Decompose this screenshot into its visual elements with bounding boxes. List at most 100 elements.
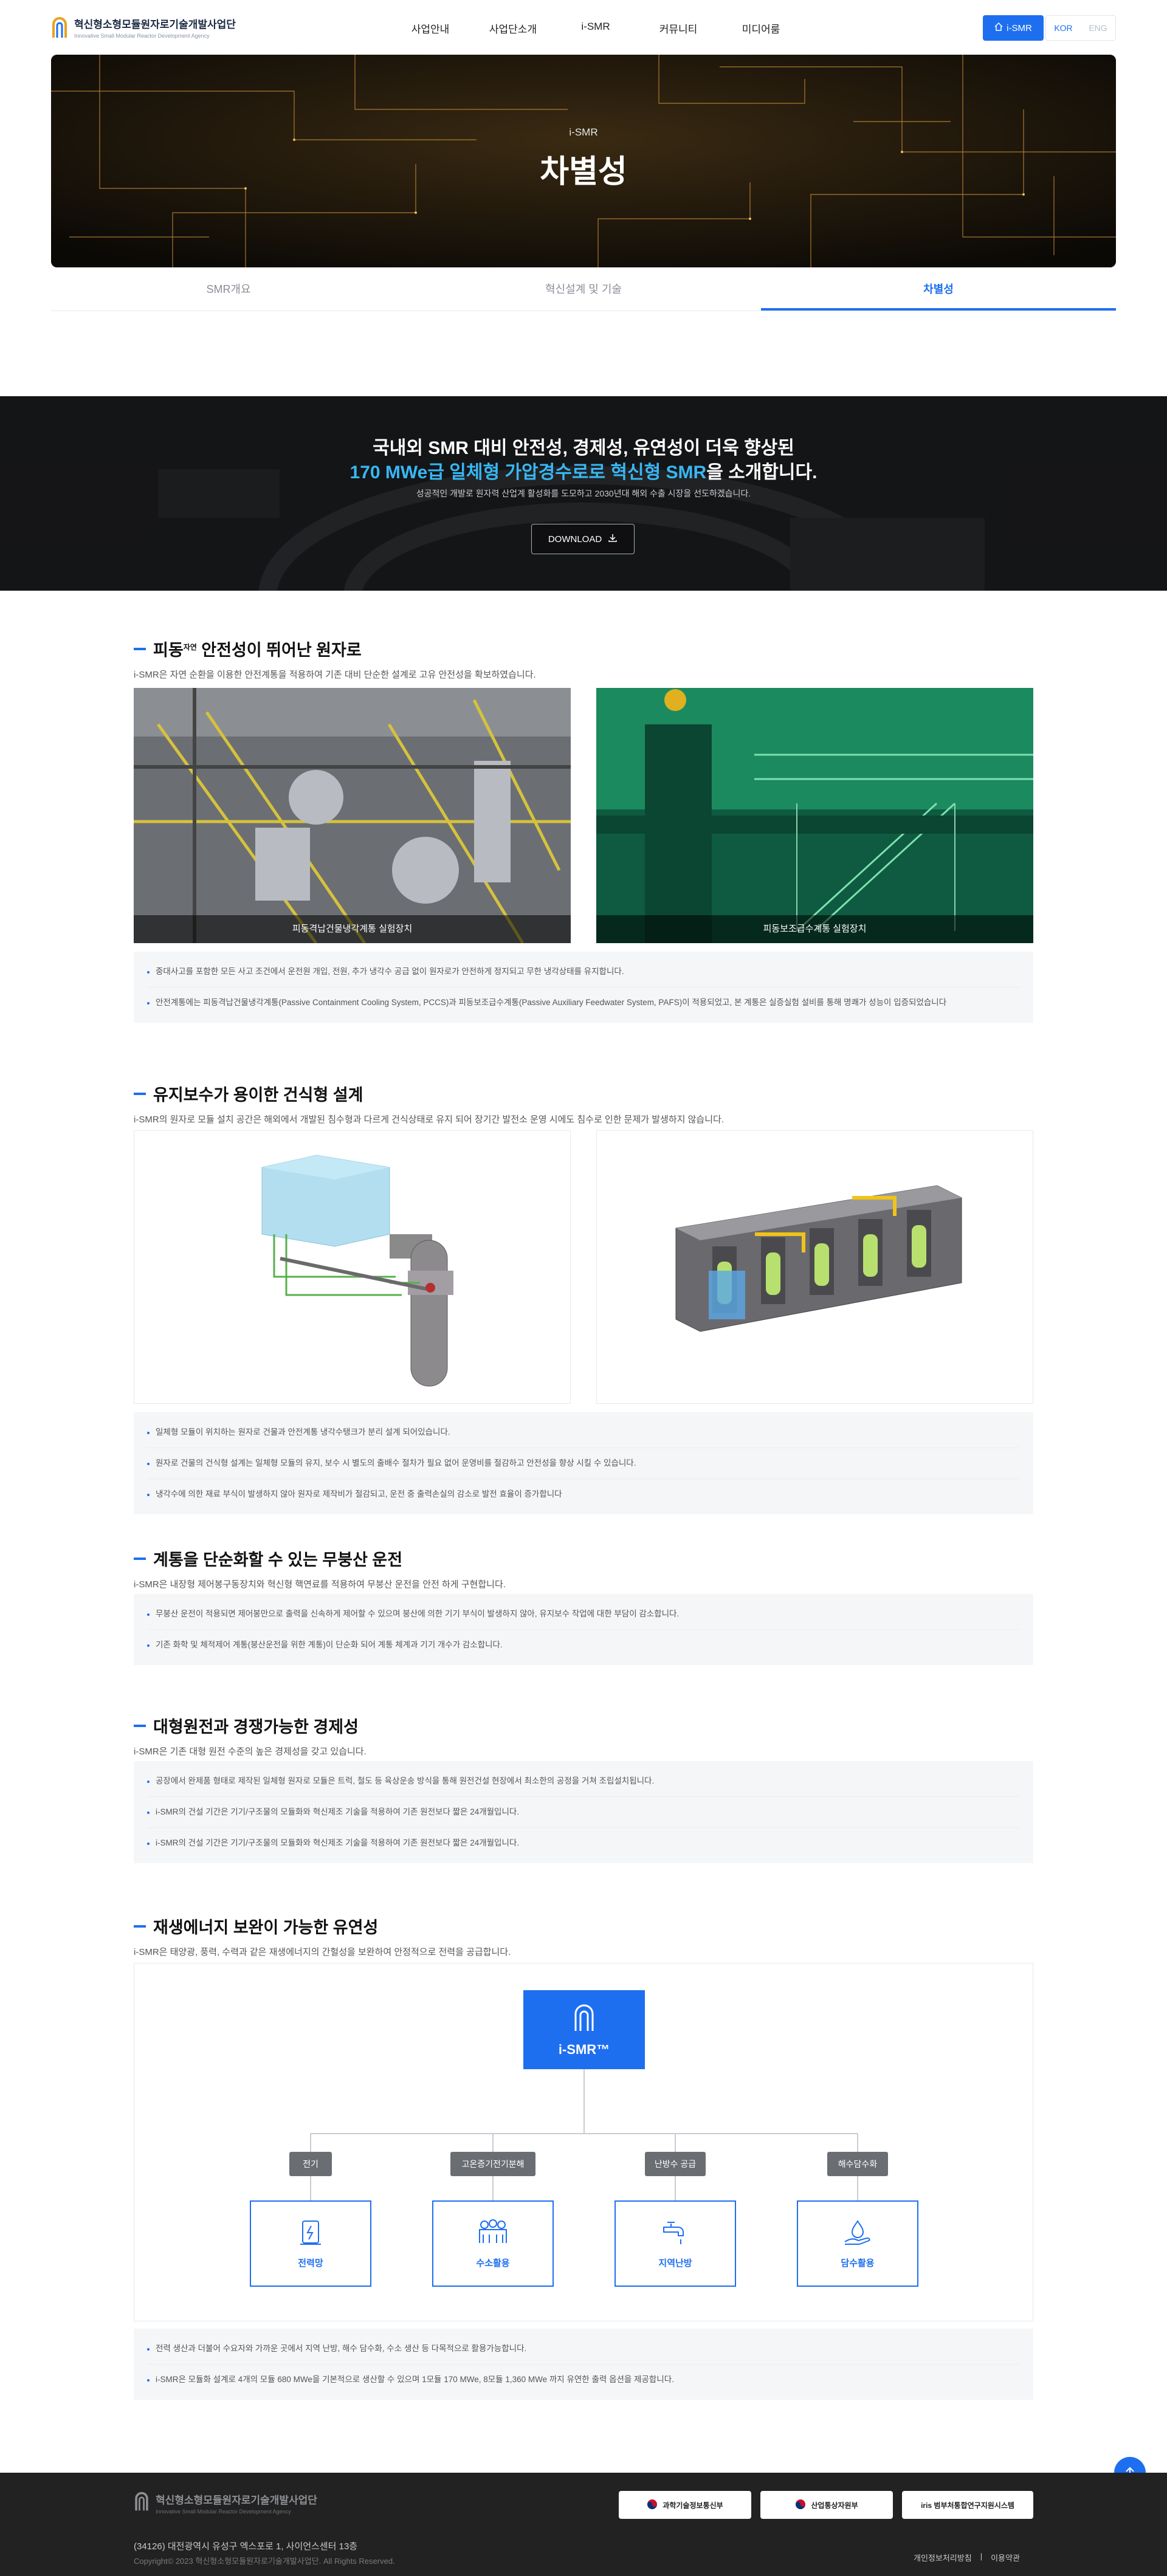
list-item: i-SMR의 건설 기간은 기기/구조물의 모듈화와 혁신제조 기술을 적용하여… bbox=[147, 1828, 1020, 1858]
iris-label: iris 범부처통합연구지원시스템 bbox=[921, 2501, 1014, 2510]
title-rest: 안전성이 뛰어난 원자로 bbox=[196, 641, 362, 659]
tag-desalination: 해수담수화 bbox=[827, 2152, 888, 2176]
nav-item-about[interactable]: 사업단소개 bbox=[472, 21, 554, 36]
pafs-test-photo: 피동보조급수계통 실험장치 bbox=[596, 688, 1033, 943]
tag-heating-water: 난방수 공급 bbox=[645, 2152, 706, 2176]
pccs-test-photo: 피동격납건물냉각계통 실험장치 bbox=[134, 688, 571, 943]
banner-headline-2: 170 MWe급 일체형 가압경수로로 혁신형 SMR을 소개합니다. bbox=[0, 457, 1167, 484]
nav-item-ismr[interactable]: i-SMR bbox=[554, 21, 637, 36]
tag-electricity: 전기 bbox=[289, 2152, 332, 2176]
card-label: 지역난방 bbox=[658, 2258, 692, 2269]
section-description: i-SMR은 내장형 제어봉구동장치와 혁신형 핵연료를 적용하여 무붕산 운전… bbox=[134, 1579, 506, 1590]
motie-label: 산업통상자원부 bbox=[811, 2501, 858, 2510]
site-logo[interactable]: 혁신형소형모듈원자로기술개발사업단 Innovative Small Modul… bbox=[51, 16, 236, 39]
terms-link[interactable]: 이용약관 bbox=[991, 2552, 1020, 2563]
footer-address: (34126) 대전광역시 유성구 엑스포로 1, 사이언스센터 13층 bbox=[134, 2541, 358, 2552]
reactor-module-illustration bbox=[261, 1155, 453, 1387]
section-description: i-SMR의 원자로 모듈 설치 공간은 해외에서 개발된 침수형과 다르게 건… bbox=[134, 1115, 724, 1125]
tag-hot-steam-electrolysis: 고온증기전기분해 bbox=[450, 2152, 535, 2176]
section-flexibility: 재생에너지 보완이 가능한 유연성 i-SMR은 태양광, 풍력, 수력과 같은… bbox=[134, 1914, 1033, 2400]
footer-copyright: Copyright© 2023 혁신형소형모듈원자로기술개발사업단. All R… bbox=[134, 2557, 395, 2566]
section-description: i-SMR은 기존 대형 원전 수준의 높은 경제성을 갖고 있습니다. bbox=[134, 1747, 367, 1757]
tab-differentiation[interactable]: 차별성 bbox=[761, 267, 1116, 311]
photo-caption: 피동보조급수계통 실험장치 bbox=[596, 915, 1033, 943]
nav-item-community[interactable]: 커뮤니티 bbox=[637, 21, 720, 36]
bullet-list: 일체형 모듈이 위치하는 원자로 건물과 안전계통 냉각수탱크가 분리 설계 되… bbox=[134, 1412, 1033, 1514]
page-title: 차별성 bbox=[540, 154, 627, 190]
ismr-center-label: i-SMR™ bbox=[558, 2042, 610, 2057]
reactor-module-diagram bbox=[134, 1130, 571, 1404]
footer-links: 개인정보처리방침 | 이용약관 bbox=[914, 2552, 1020, 2563]
power-icon bbox=[297, 2219, 325, 2249]
logo-icon bbox=[51, 16, 68, 39]
title-text: 유지보수가 용이한 건식형 설계 bbox=[153, 1086, 363, 1104]
download-icon bbox=[608, 533, 618, 545]
list-item: i-SMR의 건설 기간은 기기/구조물의 모듈화와 혁신제조 기술을 적용하여… bbox=[147, 1797, 1020, 1828]
msit-label: 과학기술정보통신부 bbox=[663, 2501, 723, 2510]
footer-logo-subtitle: Innovative Small Modular Reactor Develop… bbox=[156, 2508, 291, 2515]
banner-description: 성공적인 개발로 원자력 산업계 활성화를 도모하고 2030년대 해외 수출 … bbox=[416, 489, 751, 498]
section-title: 유지보수가 용이한 건식형 설계 bbox=[134, 1082, 1033, 1105]
bullet-list: 공장에서 완제품 형태로 제작된 일체형 원자로 모듈은 트럭, 철도 등 육상… bbox=[134, 1761, 1033, 1863]
list-item: 중대사고를 포함한 모든 사고 조건에서 운전원 개입, 전원, 추가 냉각수 … bbox=[147, 957, 1020, 987]
list-item: 무붕산 운전이 적용되면 제어봉만으로 출력을 신속하게 제어할 수 있으며 붕… bbox=[147, 1599, 1020, 1630]
hero-subtitle: i-SMR bbox=[569, 126, 598, 138]
section-title: 계통을 단순화할 수 있는 무붕산 운전 bbox=[134, 1547, 1033, 1570]
site-footer: 혁신형소형모듈원자로기술개발사업단 Innovative Small Modul… bbox=[0, 2473, 1167, 2576]
section-boron-free: 계통을 단순화할 수 있는 무붕산 운전 i-SMR은 내장형 제어봉구동장치와… bbox=[134, 1547, 1033, 1665]
msit-badge[interactable]: 과학기술정보통신부 bbox=[619, 2491, 751, 2519]
photo-caption: 피동격납건물냉각계통 실험장치 bbox=[134, 915, 571, 943]
pccs-photo-image bbox=[134, 688, 571, 943]
card-hydrogen: 수소활용 bbox=[432, 2200, 554, 2287]
footer-logo: 혁신형소형모듈원자로기술개발사업단 Innovative Small Modul… bbox=[134, 2491, 317, 2515]
main-nav: 사업안내 사업단소개 i-SMR 커뮤니티 미디어룸 bbox=[389, 21, 802, 36]
reactor-building-illustration bbox=[675, 1185, 962, 1332]
title-text: 계통을 단순화할 수 있는 무붕산 운전 bbox=[153, 1551, 403, 1569]
privacy-policy-link[interactable]: 개인정보처리방침 bbox=[914, 2552, 972, 2563]
footer-divider: | bbox=[980, 2552, 983, 2561]
title-main: 피동 bbox=[153, 641, 184, 659]
nav-item-business[interactable]: 사업안내 bbox=[389, 21, 472, 36]
reactor-icon bbox=[572, 2002, 596, 2036]
sub-tabs: SMR개요 혁신설계 및 기술 차별성 bbox=[51, 267, 1116, 311]
hero-banner: i-SMR 차별성 bbox=[51, 55, 1116, 267]
section-description: i-SMR은 태양광, 풍력, 수력과 같은 재생에너지의 간헐성을 보완하여 … bbox=[134, 1947, 511, 1957]
list-item: 기존 화학 및 체적제어 계통(붕산운전을 위한 계통)이 단순화 되어 계통 … bbox=[147, 1630, 1020, 1660]
language-switcher: KOR ENG bbox=[1045, 15, 1116, 41]
bullet-list: 전력 생산과 더불어 수요자와 가까운 곳에서 지역 난방, 해수 담수화, 수… bbox=[134, 2329, 1033, 2400]
download-label: DOWNLOAD bbox=[548, 534, 602, 544]
download-button[interactable]: DOWNLOAD bbox=[531, 524, 635, 554]
iris-badge[interactable]: iris 범부처통합연구지원시스템 bbox=[902, 2491, 1033, 2519]
banner-headline-1: 국내외 SMR 대비 안전성, 경제성, 유연성이 더욱 향상된 bbox=[373, 438, 794, 458]
card-district-heating: 지역난방 bbox=[614, 2200, 736, 2287]
tab-innovative-design[interactable]: 혁신설계 및 기술 bbox=[406, 267, 761, 311]
pafs-photo-image bbox=[596, 688, 1033, 943]
diagram-row bbox=[134, 1130, 1033, 1404]
logo-subtitle: Innovative Small Modular Reactor Develop… bbox=[74, 33, 210, 39]
list-item: i-SMR은 모듈화 설계로 4개의 모듈 680 MWe을 기본적으로 생산할… bbox=[147, 2365, 1020, 2395]
card-label: 수소활용 bbox=[476, 2258, 510, 2269]
taegeuk-icon bbox=[647, 2499, 658, 2512]
list-item: 원자로 건물의 건식형 설계는 일체형 모듈의 유지, 보수 시 별도의 출배수… bbox=[147, 1448, 1020, 1479]
faucet-icon bbox=[660, 2219, 690, 2249]
site-header: 혁신형소형모듈원자로기술개발사업단 Innovative Small Modul… bbox=[0, 0, 1167, 55]
intro-banner: 국내외 SMR 대비 안전성, 경제성, 유연성이 더욱 향상된 170 MWe… bbox=[0, 396, 1167, 591]
section-title: 대형원전과 경쟁가능한 경제성 bbox=[134, 1714, 1033, 1737]
reactor-building-diagram bbox=[596, 1130, 1033, 1404]
list-item: 안전계통에는 피동격납건물냉각계통(Passive Containment Co… bbox=[147, 987, 1020, 1018]
ismr-center-box: i-SMR™ bbox=[523, 1990, 645, 2069]
banner-headline-tail: 을 소개합니다. bbox=[706, 462, 818, 483]
list-item: 공장에서 완제품 형태로 제작된 일체형 원자로 모듈은 트럭, 철도 등 육상… bbox=[147, 1766, 1020, 1797]
tab-smr-overview[interactable]: SMR개요 bbox=[51, 267, 406, 311]
section-dry-design: 유지보수가 용이한 건식형 설계 i-SMR의 원자로 모듈 설치 공간은 해외… bbox=[134, 1082, 1033, 1514]
card-label: 담수활용 bbox=[841, 2258, 875, 2269]
list-item: 전력 생산과 더불어 수요자와 가까운 곳에서 지역 난방, 해수 담수화, 수… bbox=[147, 2334, 1020, 2365]
lang-eng[interactable]: ENG bbox=[1089, 23, 1107, 33]
home-icon bbox=[994, 22, 1003, 33]
lang-kor[interactable]: KOR bbox=[1054, 23, 1072, 33]
nav-item-media[interactable]: 미디어룸 bbox=[720, 21, 802, 36]
section-title: 피동자연 안전성이 뛰어난 원자로 bbox=[134, 637, 1033, 661]
logo-title: 혁신형소형모듈원자로기술개발사업단 bbox=[74, 19, 236, 30]
motie-badge[interactable]: 산업통상자원부 bbox=[760, 2491, 893, 2519]
ismr-home-button[interactable]: i-SMR bbox=[983, 15, 1044, 41]
